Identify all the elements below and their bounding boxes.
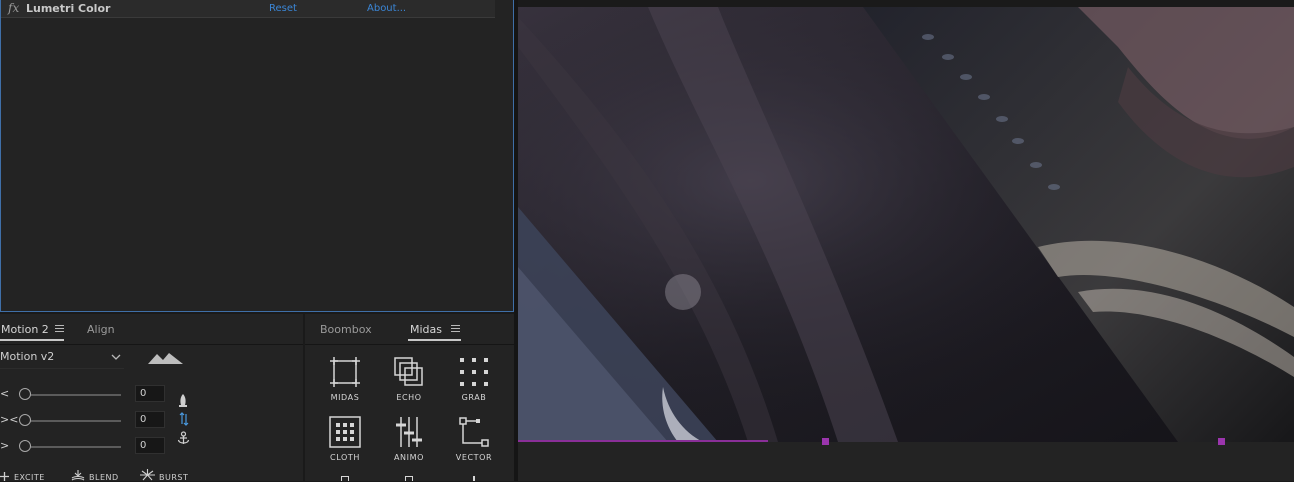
tool-cloth[interactable]: CLOTH xyxy=(315,416,375,466)
tool-midas[interactable]: MIDAS xyxy=(315,356,375,406)
tab-active-underline xyxy=(0,339,64,341)
midas-icon xyxy=(330,357,360,387)
tab-midas[interactable]: Midas xyxy=(410,323,442,336)
echo-icon xyxy=(394,357,423,386)
slider-3-knob[interactable] xyxy=(19,440,31,452)
marker-handle[interactable] xyxy=(1218,438,1225,445)
slider-3-track[interactable] xyxy=(22,446,121,448)
panel-menu-icon[interactable] xyxy=(55,325,64,334)
effect-row-lumetri[interactable]: fx Lumetri Color Reset About... xyxy=(1,0,495,18)
timeline-ruler[interactable] xyxy=(518,442,1294,481)
tab-align[interactable]: Align xyxy=(87,323,115,336)
slider-2-value[interactable]: 0 xyxy=(135,411,165,428)
marker-handle[interactable] xyxy=(822,438,829,445)
slider-2-track[interactable] xyxy=(22,420,121,422)
midas-panel: Boombox Midas MIDAS ECHO GRAB CLOTH ANIM… xyxy=(305,314,514,481)
vector-icon xyxy=(459,417,489,447)
anchor-icon[interactable] xyxy=(177,431,190,446)
mountains-icon[interactable] xyxy=(148,351,184,365)
tab-boombox[interactable]: Boombox xyxy=(320,323,372,336)
tool-vector-label: VECTOR xyxy=(455,453,493,462)
slider-1-track[interactable] xyxy=(22,394,121,396)
tool-grab[interactable]: GRAB xyxy=(444,356,504,406)
tab-motion-2[interactable]: Motion 2 xyxy=(1,323,49,336)
tool-cloth-label: CLOTH xyxy=(330,453,360,462)
video-frame-image xyxy=(518,7,1294,442)
slider-2-glyph: >< xyxy=(0,413,19,426)
effect-name: Lumetri Color xyxy=(26,2,111,15)
tool-midas-label: MIDAS xyxy=(330,393,360,402)
animo-icon xyxy=(396,417,422,447)
slider-1-value[interactable]: 0 xyxy=(135,385,165,402)
rocket-icon[interactable] xyxy=(177,393,189,410)
tool-vector[interactable]: VECTOR xyxy=(444,416,504,466)
work-area-bar[interactable] xyxy=(518,440,768,442)
panel-menu-icon[interactable] xyxy=(451,325,460,334)
tab-active-underline xyxy=(408,339,461,341)
slider-3-value[interactable]: 0 xyxy=(135,437,165,454)
slider-1-glyph: < xyxy=(0,387,10,400)
grab-icon xyxy=(460,358,488,386)
burst-icon xyxy=(140,469,155,481)
chevron-down-icon[interactable] xyxy=(111,354,121,361)
plus-icon xyxy=(0,472,9,481)
about-link[interactable]: About... xyxy=(367,3,406,14)
effect-controls-panel: fx Lumetri Color Reset About... xyxy=(0,0,514,312)
tool-animo[interactable]: ANIMO xyxy=(379,416,439,466)
slider-2-knob[interactable] xyxy=(19,414,31,426)
tool-row3-partial-2[interactable] xyxy=(405,476,413,481)
tool-animo-label: ANIMO xyxy=(393,453,424,462)
tab-divider xyxy=(305,344,514,345)
tool-row3-partial-1[interactable] xyxy=(341,476,349,481)
motion-panel: Motion 2 Align Motion v2 < 0 >< 0 > 0 EX… xyxy=(0,314,303,482)
program-monitor-preview[interactable] xyxy=(518,7,1294,442)
tab-divider xyxy=(0,344,303,345)
blend-icon xyxy=(71,470,85,481)
tool-echo-label: ECHO xyxy=(396,393,422,402)
swap-arrows-icon[interactable] xyxy=(179,412,189,426)
tool-row3-partial-3[interactable] xyxy=(473,476,475,481)
preset-select-value: Motion v2 xyxy=(0,350,55,363)
reset-link[interactable]: Reset xyxy=(269,3,297,14)
slider-3-glyph: > xyxy=(0,439,10,452)
fx-icon[interactable]: fx xyxy=(8,1,19,15)
slider-1-knob[interactable] xyxy=(19,388,31,400)
tool-echo[interactable]: ECHO xyxy=(379,356,439,406)
tool-grab-label: GRAB xyxy=(461,393,487,402)
cloth-icon xyxy=(329,416,361,448)
